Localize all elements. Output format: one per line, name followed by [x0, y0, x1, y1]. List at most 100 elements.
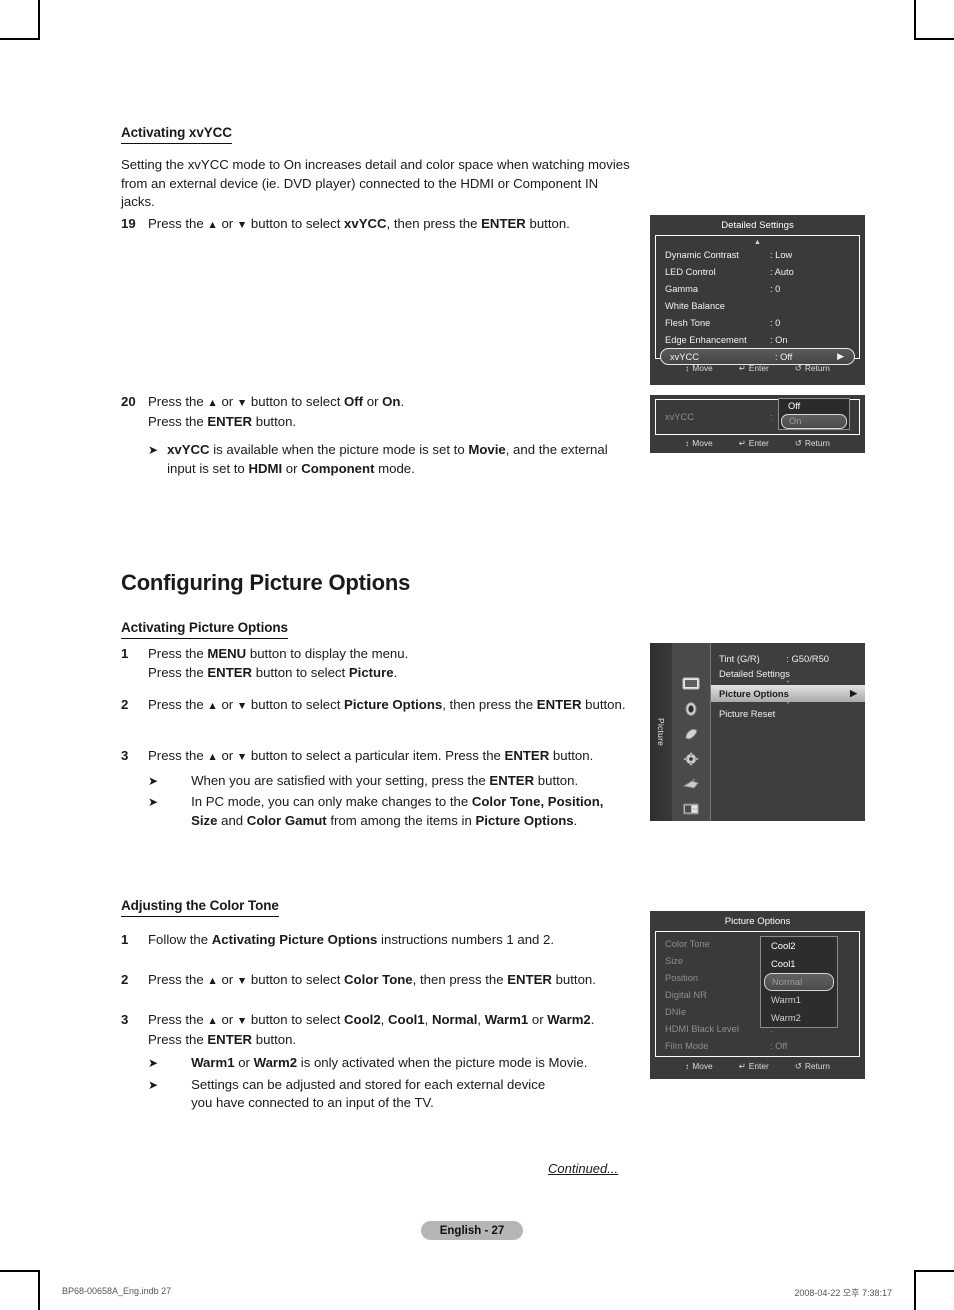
menu-row-tint[interactable]: Tint (G/R) : G50/R50 — [711, 651, 865, 666]
color-tone-option-cool1[interactable]: Cool1 — [761, 955, 837, 973]
osd-row-value: : On — [770, 334, 788, 345]
xvycc-option-on[interactable]: On — [781, 414, 847, 429]
osd-row-label: Position — [665, 972, 699, 983]
input-icon[interactable] — [682, 777, 700, 791]
color-tone-option-cool2[interactable]: Cool2 — [761, 937, 837, 955]
po-step-1-bold-picture: Picture — [348, 664, 394, 680]
po-step-3-a: Press the — [148, 748, 208, 763]
osd-row-label: White Balance — [665, 300, 725, 311]
footer-move: ↕ Move — [685, 438, 713, 448]
po-step-1-l1-a: Press the — [148, 646, 208, 661]
color-tone-option-normal[interactable]: Normal — [764, 973, 834, 991]
footer-return-label: Return — [804, 438, 830, 448]
crop-mark-bottom-right-vertical — [914, 1270, 916, 1310]
ct-step-3-number: 3 — [121, 1012, 129, 1027]
footer-move-label: Move — [692, 438, 713, 448]
note-bold-hdmi: HDMI — [248, 460, 283, 476]
up-arrow-icon: ▲ — [207, 700, 218, 712]
menu-row-value: : G50/R50 — [786, 653, 829, 664]
osd-row-label: Color Tone — [665, 938, 710, 949]
heading-activating-picture-options: Activating Picture Options — [121, 620, 288, 639]
po-step-2-a: Press the — [148, 697, 208, 712]
tv-picture-icon[interactable] — [682, 677, 700, 691]
xvycc-option-off[interactable]: Off — [779, 399, 849, 414]
osd-row-white-balance[interactable]: White Balance — [656, 297, 859, 314]
intro-paragraph-xvycc: Setting the xvYCC mode to On increases d… — [121, 157, 630, 210]
osd-row-label: Dynamic Contrast — [665, 249, 739, 260]
scroll-up-icon[interactable]: ▲ — [656, 236, 859, 246]
osd-row-flesh-tone[interactable]: Flesh Tone : 0 — [656, 314, 859, 331]
osd-row-gamma[interactable]: Gamma : 0 — [656, 280, 859, 297]
step-19-text-or: or — [217, 216, 237, 231]
ct-step-2: 2 Press the ▲ or ▼ button to select Colo… — [121, 971, 631, 991]
ct-step-3-l2-a: Press the — [148, 1031, 208, 1047]
osd-row-label: Flesh Tone — [665, 317, 711, 328]
menu-row-label: Detailed Settings — [719, 668, 790, 679]
po-step-3-or: or — [217, 748, 237, 763]
po-step-2-number: 2 — [121, 697, 129, 712]
down-arrow-icon: ▼ — [236, 751, 248, 763]
osd-row-value: : Off — [775, 351, 793, 362]
osd-row-label: xvYCC — [670, 351, 699, 362]
step-20-text-d: . — [400, 394, 405, 409]
ct-step-3-b: button to select — [247, 1012, 345, 1027]
po-bullet-2-bold-3: Picture Options — [475, 812, 574, 828]
ct-step-3-c: . — [590, 1012, 595, 1027]
ct-bullet-1-a: or — [234, 1055, 254, 1071]
ct-sep-2: , — [424, 1012, 432, 1027]
po-bullet-2-b: and — [217, 812, 247, 828]
po-step-3: 3 Press the ▲ or ▼ button to select a pa… — [121, 747, 631, 830]
ct-step-3-or: or — [217, 1012, 237, 1027]
up-arrow-icon: ▲ — [207, 751, 218, 763]
osd-row-led-control[interactable]: LED Control : Auto — [656, 263, 859, 280]
move-icon: ↕ — [685, 1061, 690, 1071]
footer-move: ↕ Move — [685, 1061, 713, 1071]
footer-timestamp: 2008-04-22 오후 7:38:17 — [794, 1288, 892, 1298]
sound-icon[interactable] — [682, 702, 700, 716]
osd-row-label: Size — [665, 955, 684, 966]
po-bullet-2-d: . — [573, 812, 578, 828]
menu-row-picture-options[interactable]: Picture Options ▶ — [711, 685, 865, 702]
step-19-text-a: Press the — [148, 216, 208, 231]
po-step-1-l2-b: button to select — [252, 664, 349, 680]
po-bullet-2-a: In PC mode, you can only make changes to… — [191, 794, 472, 810]
step-20-number: 20 — [121, 394, 136, 409]
po-step-2-bold-picture-options: Picture Options — [344, 697, 443, 712]
color-tone-option-warm2[interactable]: Warm2 — [761, 1009, 837, 1027]
bullet-arrow-icon: ➤ — [148, 1077, 159, 1092]
osd-row-label: DNIe — [665, 1006, 687, 1017]
down-arrow-icon: ▼ — [236, 700, 248, 712]
channel-icon[interactable] — [682, 727, 700, 741]
color-tone-option-warm1[interactable]: Warm1 — [761, 991, 837, 1009]
osd-row-value: : Low — [770, 249, 793, 260]
note-text-a: is available when the picture mode is se… — [209, 442, 469, 458]
ct-bullet-1-bold-1: Warm1 — [191, 1055, 235, 1071]
menu-row-picture-reset[interactable]: Picture Reset — [711, 706, 865, 721]
ct-step-2-bold-enter: ENTER — [507, 972, 552, 987]
up-arrow-icon: ▲ — [207, 219, 218, 231]
osd-row-film-mode[interactable]: Film Mode : Off — [656, 1037, 859, 1054]
picture-menu-item-list: Tint (G/R) : G50/R50 Detailed Settings •… — [711, 643, 865, 821]
picture-menu-icon-column — [672, 643, 711, 821]
continued-label: Continued... — [548, 1161, 619, 1176]
osd-row-edge-enhancement[interactable]: Edge Enhancement : On — [656, 331, 859, 348]
step-19: 19 Press the ▲ or ▼ button to select xvY… — [121, 215, 631, 235]
po-step-1-bold-enter: ENTER — [207, 664, 253, 680]
crop-mark-top-left-horizontal — [0, 38, 40, 40]
po-step-1-l1-b: button to display the menu. — [246, 646, 409, 661]
crop-mark-bottom-right-horizontal — [914, 1270, 954, 1272]
ct-step-1-b: instructions numbers 1 and 2. — [377, 932, 555, 947]
support-icon[interactable] — [682, 802, 700, 816]
osd-row-xvycc-selected[interactable]: xvYCC : Off ▶ — [660, 348, 855, 365]
osd-row-label: Gamma — [665, 283, 699, 294]
rail-label-picture: Picture — [656, 717, 666, 747]
footer-enter: ↵ Enter — [739, 438, 769, 448]
po-step-3-number: 3 — [121, 748, 129, 763]
enter-icon: ↵ — [738, 438, 746, 448]
step-19-bold-xvycc: xvYCC — [344, 216, 387, 231]
osd-row-label: LED Control — [665, 266, 716, 277]
step-19-text-c: , then press the — [386, 216, 482, 231]
osd-row-dynamic-contrast[interactable]: Dynamic Contrast : Low — [656, 246, 859, 263]
setup-gear-icon[interactable] — [682, 752, 700, 766]
note-text-c: or — [282, 460, 302, 476]
